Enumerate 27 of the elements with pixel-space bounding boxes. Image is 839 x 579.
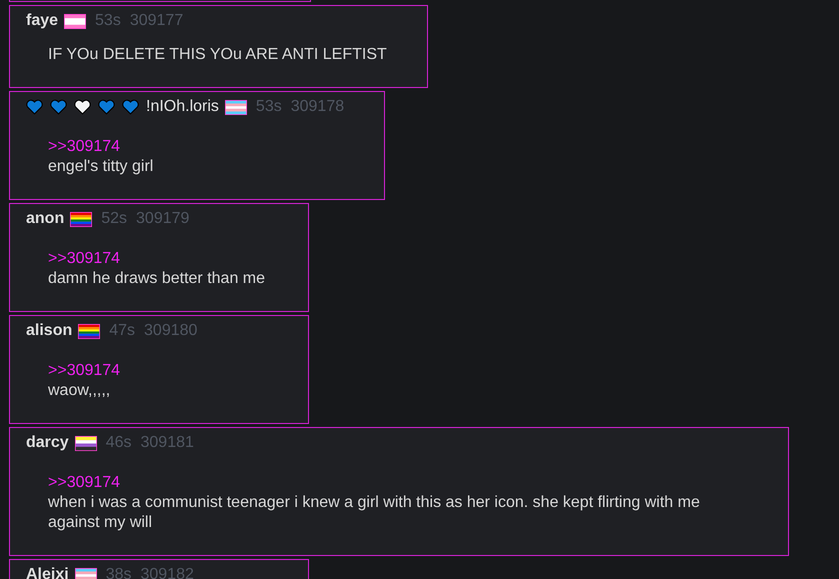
poster-name: !nIOh.loris (146, 98, 219, 116)
post-number[interactable]: 309177 (130, 12, 184, 30)
quote-link[interactable]: >>309174 (48, 473, 748, 493)
post-time: 38s (106, 566, 132, 579)
poster-name: anon (26, 210, 64, 228)
post-text: when i was a communist teenager i knew a girl with this as her icon. she kept flirting with me against my will (48, 493, 701, 533)
quote-link[interactable]: >>309174 (48, 361, 268, 381)
post-text: waow,,,,, (48, 381, 112, 401)
post-time: 52s (101, 210, 128, 228)
post-number[interactable]: 309179 (136, 210, 190, 228)
poster-name: Aleixi (26, 566, 69, 579)
quote-link[interactable]: >>309174 (48, 249, 268, 269)
poster-name: alison (26, 322, 72, 340)
post-number[interactable]: 309180 (144, 322, 198, 340)
post-number[interactable]: 309182 (140, 566, 194, 579)
post-time: 53s (256, 98, 282, 116)
post-text: engel's titty girl (48, 157, 154, 177)
post-text: damn he draws better than me (48, 269, 266, 289)
post-time: 53s (95, 12, 121, 30)
post-number[interactable]: 309178 (290, 98, 344, 116)
post-number[interactable]: 309181 (140, 434, 194, 452)
poster-name: darcy (26, 434, 69, 452)
post-time: 47s (109, 322, 136, 340)
post-text: IF YOu DELETE THIS YOu ARE ANTI LEFTIST (48, 45, 387, 65)
post-time: 46s (106, 434, 132, 452)
poster-name: faye (26, 12, 58, 30)
quote-link[interactable]: >>309174 (48, 137, 344, 157)
